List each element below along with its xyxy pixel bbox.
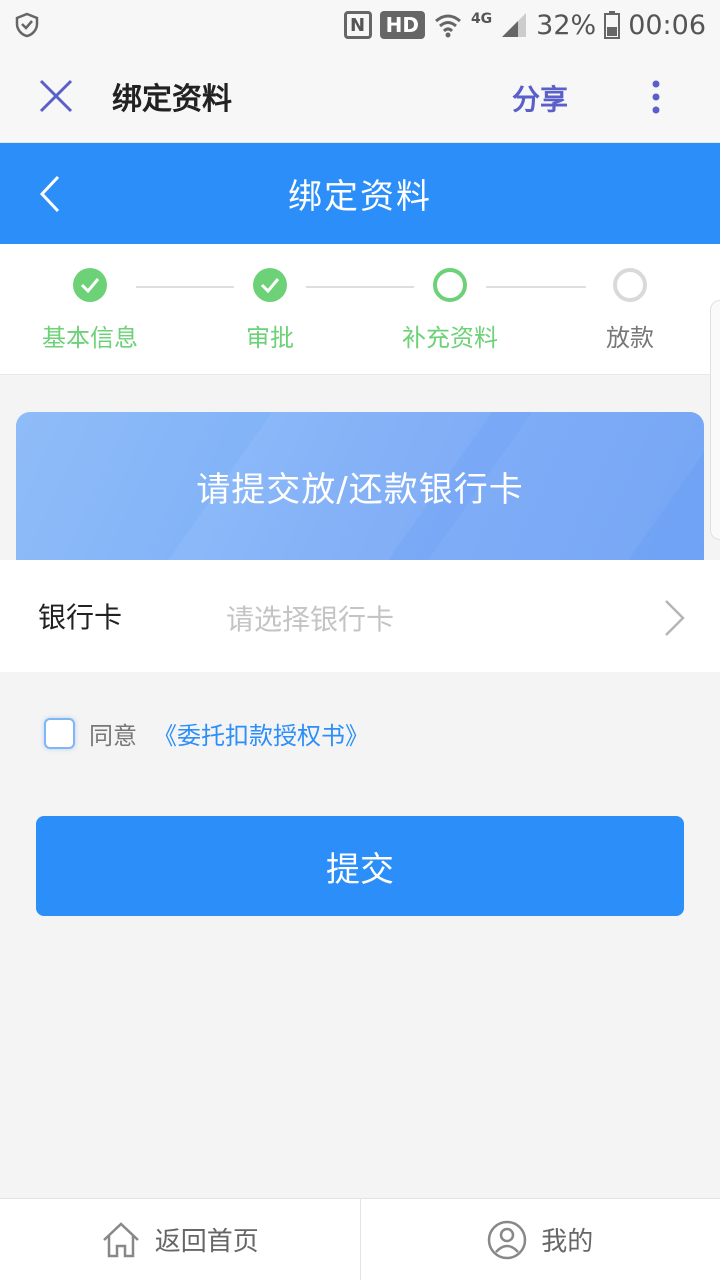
pending-step-icon	[613, 268, 647, 302]
wifi-icon	[434, 14, 461, 38]
shield-icon	[15, 12, 39, 38]
nav-mine-label: 我的	[541, 1227, 594, 1257]
back-button[interactable]	[30, 170, 70, 218]
status-bar: N HD 4G 32% 00:06	[0, 0, 720, 50]
more-vertical-icon	[652, 80, 660, 114]
step-approval: 审批	[190, 268, 350, 353]
check-icon	[253, 268, 287, 302]
current-step-icon	[433, 268, 467, 302]
step-loan: 放款	[550, 268, 710, 353]
banner-text: 请提交放/还款银行卡	[196, 469, 524, 510]
nfc-icon: N	[343, 11, 372, 39]
page-title: 绑定资料	[288, 177, 432, 217]
nav-home-label: 返回首页	[154, 1227, 259, 1257]
step-basic-info: 基本信息	[10, 268, 170, 353]
chevron-right-icon	[665, 600, 685, 636]
share-button[interactable]: 分享	[512, 78, 568, 118]
edge-panel-handle[interactable]	[710, 300, 720, 540]
step-label: 补充资料	[402, 324, 498, 352]
bank-card-placeholder: 请选择银行卡	[226, 603, 395, 636]
network-type: 4G	[470, 11, 493, 27]
step-supplement: 补充资料	[370, 268, 530, 353]
progress-steps: 基本信息 审批 补充资料 放款	[0, 244, 720, 375]
app-bar-title: 绑定资料	[112, 82, 232, 117]
authorization-link[interactable]: 《委托扣款授权书》	[153, 716, 369, 751]
more-menu-button[interactable]	[640, 70, 672, 124]
bank-card-selector[interactable]: 银行卡 请选择银行卡	[0, 560, 720, 672]
hd-badge: HD	[379, 11, 425, 39]
home-icon	[102, 1221, 139, 1257]
step-label: 审批	[246, 324, 294, 352]
agreement-row: 同意 《委托扣款授权书》	[44, 716, 369, 750]
nav-mine[interactable]: 我的	[361, 1199, 720, 1280]
user-icon	[487, 1220, 527, 1259]
step-label: 基本信息	[42, 324, 138, 352]
nav-home[interactable]: 返回首页	[0, 1199, 360, 1280]
signal-icon	[502, 13, 527, 37]
page-header: 绑定资料	[0, 143, 720, 244]
clock: 00:06	[628, 9, 706, 41]
battery-icon	[604, 11, 621, 39]
chevron-left-icon	[39, 175, 60, 213]
close-icon	[39, 79, 73, 113]
bank-card-label: 银行卡	[38, 601, 123, 634]
agreement-prefix: 同意	[89, 721, 137, 750]
check-icon	[73, 268, 107, 302]
close-button[interactable]	[0, 50, 112, 143]
bank-card-banner: 请提交放/还款银行卡	[16, 412, 704, 560]
app-bar: 绑定资料 分享	[0, 50, 720, 143]
submit-button[interactable]: 提交	[36, 816, 684, 916]
battery-percent: 32%	[536, 9, 597, 41]
bottom-nav: 返回首页 我的	[0, 1198, 720, 1280]
step-label: 放款	[606, 324, 654, 352]
agreement-checkbox[interactable]	[44, 717, 75, 749]
